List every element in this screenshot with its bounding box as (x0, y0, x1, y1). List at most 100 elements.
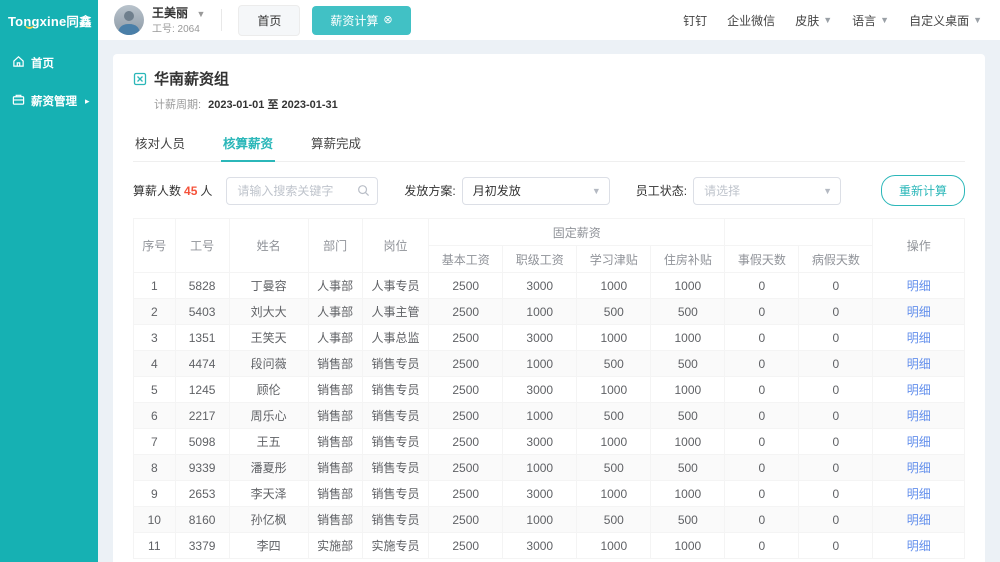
topnav-skin[interactable]: 皮肤▼ (795, 12, 832, 29)
col-header-emp-id: 工号 (175, 219, 229, 273)
table-cell: 2500 (429, 273, 503, 299)
table-cell: 1000 (503, 455, 577, 481)
table-cell: 2500 (429, 377, 503, 403)
detail-link[interactable]: 明细 (907, 461, 931, 475)
table-cell: 0 (725, 455, 799, 481)
status-select[interactable]: 请选择 ▼ (693, 177, 841, 205)
salary-icon (12, 93, 25, 109)
window-tab-salary-calc[interactable]: 薪资计算 ⊗ (312, 6, 410, 35)
table-cell: 3000 (503, 429, 577, 455)
table-cell: 2500 (429, 429, 503, 455)
detail-link[interactable]: 明细 (907, 279, 931, 293)
table-cell: 销售专员 (362, 351, 429, 377)
table-cell: 500 (577, 507, 651, 533)
avatar[interactable] (114, 5, 144, 35)
table-cell: 人事部 (308, 273, 362, 299)
table-cell-action: 明细 (873, 377, 965, 403)
table-cell: 1000 (651, 429, 725, 455)
payroll-card: 华南薪资组 计薪周期: 2023-01-01 至 2023-01-31 核对人员… (113, 54, 985, 562)
table-header: 序号 工号 姓名 部门 岗位 固定薪资 操作 基本工资 职级工资 (134, 219, 965, 273)
chevron-down-icon: ▼ (196, 9, 205, 19)
col-header-index: 序号 (134, 219, 176, 273)
search-input[interactable] (226, 177, 378, 205)
sidebar-item-salary-mgmt[interactable]: 薪资管理 ▸ (0, 82, 98, 120)
table-cell: 销售部 (308, 429, 362, 455)
table-cell: 销售专员 (362, 481, 429, 507)
brand-logo-cn: 同鑫 (66, 15, 91, 29)
table-cell: 2500 (429, 455, 503, 481)
table-cell: 潘夏彤 (229, 455, 308, 481)
sidebar-item-label: 薪资管理 (31, 93, 77, 109)
detail-link[interactable]: 明细 (907, 305, 931, 319)
table-row: 108160孙亿枫销售部销售专员2500100050050000明细 (134, 507, 965, 533)
table-cell: 5 (134, 377, 176, 403)
table-cell: 李天泽 (229, 481, 308, 507)
recalculate-button[interactable]: 重新计算 (881, 175, 965, 206)
plan-select[interactable]: 月初发放 ▼ (462, 177, 610, 205)
table-cell: 孙亿枫 (229, 507, 308, 533)
detail-link[interactable]: 明细 (907, 331, 931, 345)
table-cell: 人事部 (308, 325, 362, 351)
window-tab-home[interactable]: 首页 (238, 5, 300, 36)
table-cell: 人事部 (308, 299, 362, 325)
table-cell: 1000 (651, 377, 725, 403)
topnav-wechat-work[interactable]: 企业微信 (727, 12, 775, 29)
user-block[interactable]: 王美丽 ▼ 工号: 2064 (152, 3, 205, 37)
table-cell: 0 (799, 429, 873, 455)
detail-link[interactable]: 明细 (907, 409, 931, 423)
tab-calc-done[interactable]: 算薪完成 (309, 124, 363, 161)
col-header-housing-allowance: 住房补贴 (651, 246, 725, 273)
filter-row: 算薪人数 45 人 发放方案: 月初发放 ▼ 员工状态: (133, 175, 965, 206)
brand-logo: Tongxine同鑫 (0, 0, 98, 44)
period-row: 计薪周期: 2023-01-01 至 2023-01-31 (133, 96, 965, 112)
col-group-fixed-salary: 固定薪资 (429, 219, 725, 246)
sidebar-item-home[interactable]: 首页 (0, 44, 98, 82)
table-cell: 人事总监 (362, 325, 429, 351)
table-cell: 3000 (503, 273, 577, 299)
topnav-dingtalk[interactable]: 钉钉 (683, 12, 707, 29)
detail-link[interactable]: 明细 (907, 383, 931, 397)
table-cell: 7 (134, 429, 176, 455)
close-icon[interactable]: ⊗ (383, 15, 392, 26)
brand-logo-en: Tongxine (8, 14, 66, 29)
table-row: 44474段问薇销售部销售专员2500100050050000明细 (134, 351, 965, 377)
tab-calc-salary[interactable]: 核算薪资 (221, 124, 275, 161)
table-cell: 顾伦 (229, 377, 308, 403)
detail-link[interactable]: 明细 (907, 539, 931, 553)
tab-check-staff[interactable]: 核对人员 (133, 124, 187, 161)
detail-link[interactable]: 明细 (907, 357, 931, 371)
table-row: 25403刘大大人事部人事主管2500100050050000明细 (134, 299, 965, 325)
title-row: 华南薪资组 (133, 68, 965, 89)
table-cell: 2 (134, 299, 176, 325)
detail-link[interactable]: 明细 (907, 435, 931, 449)
payroll-table: 序号 工号 姓名 部门 岗位 固定薪资 操作 基本工资 职级工资 (133, 218, 965, 559)
table-cell: 2500 (429, 299, 503, 325)
chevron-down-icon: ▼ (973, 15, 982, 25)
app-root: Tongxine同鑫 首页 薪资管理 ▸ 王美丽 (0, 0, 1000, 562)
table-cell: 0 (799, 455, 873, 481)
sidebar: Tongxine同鑫 首页 薪资管理 ▸ (0, 0, 98, 562)
search-icon[interactable] (357, 184, 370, 200)
topnav-label: 钉钉 (683, 12, 707, 29)
table-cell: 1000 (651, 481, 725, 507)
detail-link[interactable]: 明细 (907, 513, 931, 527)
period-label: 计薪周期: (154, 99, 201, 111)
table-cell: 2500 (429, 351, 503, 377)
table-cell: 6 (134, 403, 176, 429)
table-cell: 0 (799, 325, 873, 351)
table-cell: 0 (725, 481, 799, 507)
detail-link[interactable]: 明细 (907, 487, 931, 501)
table-cell: 3 (134, 325, 176, 351)
table-cell: 0 (725, 273, 799, 299)
table-cell: 5098 (175, 429, 229, 455)
topnav-custom-desktop[interactable]: 自定义桌面▼ (909, 12, 982, 29)
table-cell: 1000 (577, 533, 651, 559)
table-cell: 0 (799, 481, 873, 507)
topnav-language[interactable]: 语言▼ (852, 12, 889, 29)
period-value: 2023-01-01 至 2023-01-31 (208, 99, 338, 111)
table-cell-action: 明细 (873, 429, 965, 455)
table-cell: 1000 (503, 403, 577, 429)
table-cell-action: 明细 (873, 299, 965, 325)
table-cell: 0 (799, 299, 873, 325)
table-cell: 1245 (175, 377, 229, 403)
